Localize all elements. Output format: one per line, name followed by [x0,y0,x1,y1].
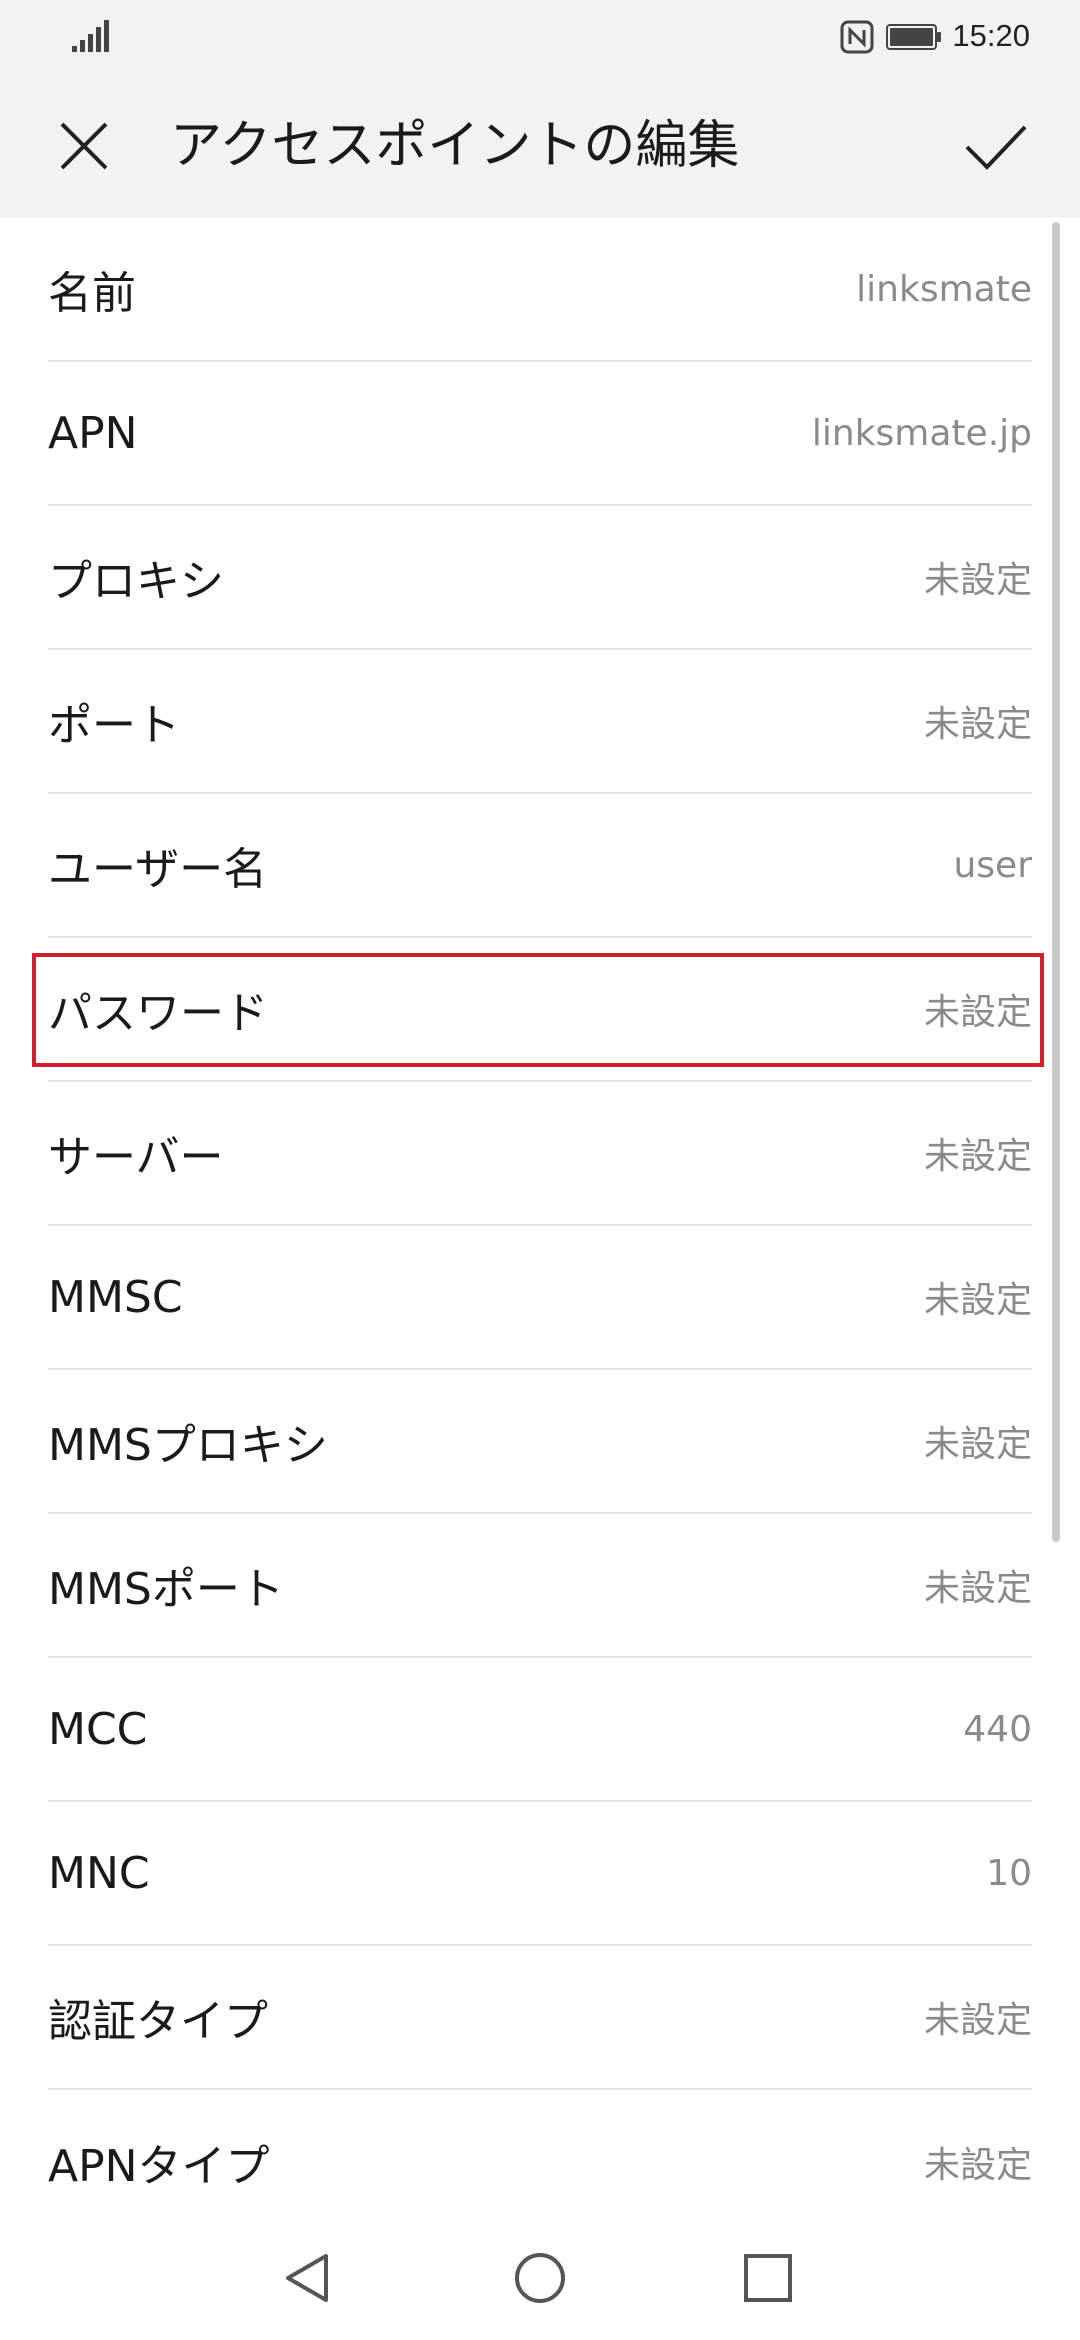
check-icon [965,125,1027,170]
back-icon [286,2254,328,2302]
field-server[interactable]: サーバー 未設定 [48,1082,1032,1226]
title-bar: アクセスポイントの編集 [0,74,1080,218]
field-label: ユーザー名 [48,844,268,895]
status-bar: 15:20 [0,0,1080,74]
field-auth-type[interactable]: 認証タイプ 未設定 [48,1946,1032,2090]
field-username[interactable]: ユーザー名 user [48,794,1032,938]
save-button[interactable] [960,110,1032,182]
field-label: APN [48,407,138,459]
close-icon [60,122,108,170]
scrollbar[interactable] [1052,222,1060,1542]
battery-icon [886,24,941,50]
field-value: user [953,844,1032,886]
field-port[interactable]: ポート 未設定 [48,650,1032,794]
navigation-bar [0,2216,1080,2340]
field-label: APNタイプ [48,2141,270,2192]
field-value: 未設定 [923,1568,1032,1609]
field-label: パスワード [48,988,268,1039]
field-password[interactable]: パスワード 未設定 [48,938,1032,1082]
field-label: サーバー [48,1132,224,1183]
field-mms-port[interactable]: MMSポート 未設定 [48,1514,1032,1658]
home-icon [515,2253,565,2303]
field-label: 認証タイプ [48,1996,268,2047]
field-mnc[interactable]: MNC 10 [48,1802,1032,1946]
field-value: 未設定 [923,1424,1032,1465]
field-label: プロキシ [48,556,224,607]
nfc-icon [840,20,874,54]
signal-icon [72,20,109,52]
field-value: 10 [986,1852,1032,1894]
recents-button[interactable] [732,2242,804,2314]
close-button[interactable] [50,112,118,180]
recents-icon [744,2254,792,2302]
field-label: MMSプロキシ [48,1420,328,1471]
page-title: アクセスポイントの編集 [170,116,740,176]
field-value: 未設定 [923,2145,1032,2186]
field-label: 名前 [48,268,136,319]
status-time: 15:20 [952,18,1030,53]
field-label: MMSポート [48,1564,284,1615]
field-value: 未設定 [923,560,1032,601]
home-button[interactable] [504,2242,576,2314]
field-mmsc[interactable]: MMSC 未設定 [48,1226,1032,1370]
field-label: MNC [48,1847,150,1899]
field-label: ポート [48,700,180,751]
field-value: 未設定 [923,704,1032,745]
field-label: MCC [48,1703,148,1755]
field-apn-type[interactable]: APNタイプ 未設定 [48,2090,1032,2234]
apn-field-list: 名前 linksmate APN linksmate.jp プロキシ 未設定 ポ… [0,218,1080,2218]
field-mms-proxy[interactable]: MMSプロキシ 未設定 [48,1370,1032,1514]
field-value: 未設定 [923,992,1032,1033]
back-button[interactable] [272,2242,344,2314]
field-value: linksmate.jp [811,412,1032,454]
field-apn[interactable]: APN linksmate.jp [48,362,1032,506]
field-label: MMSC [48,1271,183,1323]
field-value: 未設定 [923,2000,1032,2041]
field-name[interactable]: 名前 linksmate [48,218,1032,362]
field-mcc[interactable]: MCC 440 [48,1658,1032,1802]
field-value: 未設定 [923,1136,1032,1177]
field-proxy[interactable]: プロキシ 未設定 [48,506,1032,650]
field-value: linksmate [856,268,1032,310]
field-value: 440 [963,1708,1032,1750]
field-value: 未設定 [923,1280,1032,1321]
